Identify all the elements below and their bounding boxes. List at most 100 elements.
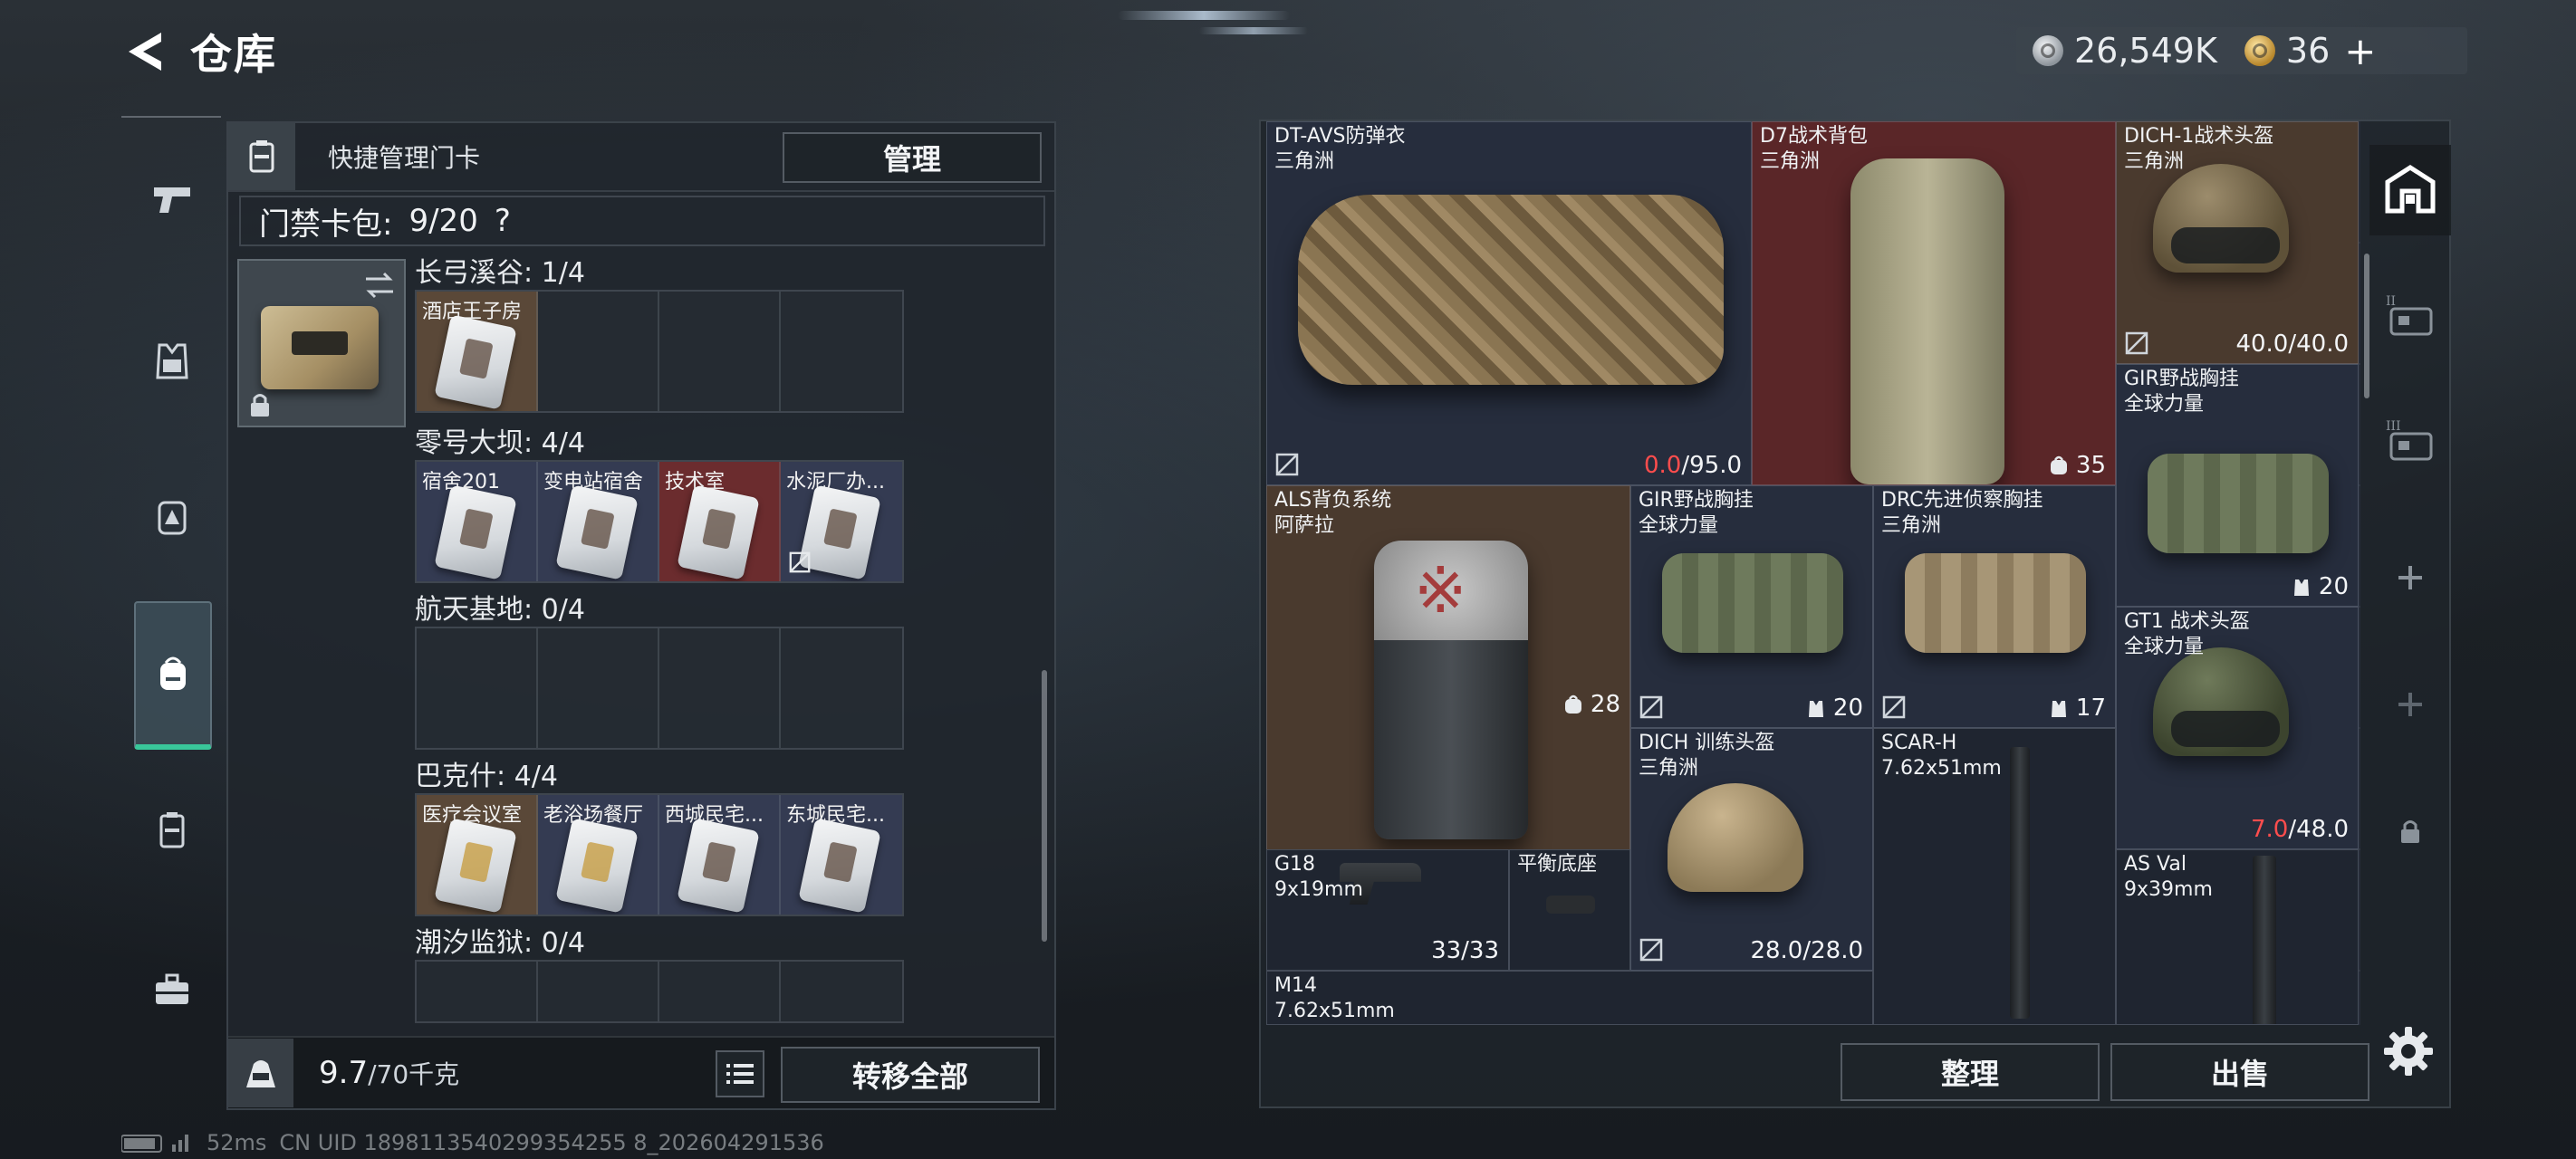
capacity-readout: 28 xyxy=(1563,691,1620,718)
locked-storage-page[interactable] xyxy=(2369,786,2451,876)
chest-rig-icon xyxy=(158,501,187,535)
manage-button[interactable]: 管理 xyxy=(783,132,1042,183)
rig-capacity-icon xyxy=(1808,701,1823,717)
item-name: G18 9x19mm xyxy=(1274,853,1363,901)
ceiling-light xyxy=(1118,11,1290,20)
empty-keycard-slot[interactable] xyxy=(659,628,781,748)
svg-text:II: II xyxy=(2386,294,2396,309)
keycard-slot[interactable]: 变电站宿舍 xyxy=(538,462,659,581)
empty-keycard-slot[interactable] xyxy=(538,962,659,1021)
storage-page-3[interactable]: III xyxy=(2369,395,2451,485)
rifle-image xyxy=(2010,747,2030,1019)
keycard-slot-row: 酒店王子房 xyxy=(415,290,904,413)
empty-keycard-slot[interactable] xyxy=(781,628,902,748)
item-dich-1-helmet[interactable]: DICH-1战术头盔 三角洲 40.0/40.0 xyxy=(2116,121,2359,364)
item-name: DICH 训练头盔 三角洲 xyxy=(1639,732,1775,780)
rig-capacity-icon xyxy=(2293,580,2309,596)
empty-keycard-slot[interactable] xyxy=(538,628,659,748)
item-m14[interactable]: M14 7.62x51mm xyxy=(1266,971,1873,1025)
empty-keycard-slot[interactable] xyxy=(781,292,902,411)
nav-keycard-case[interactable] xyxy=(134,790,210,871)
storage-panel: DT-AVS防弹衣 三角洲 0.0/95.0 D7战术背包 三角洲 35 DICH-… xyxy=(1259,120,2451,1108)
rig-capacity-icon xyxy=(2051,701,2066,717)
storage-page-2[interactable]: II xyxy=(2369,270,2451,360)
item-dich-training-helmet[interactable]: DICH 训练头盔 三角洲 28.0/28.0 xyxy=(1630,728,1873,971)
back-arrow-icon[interactable] xyxy=(125,29,167,74)
capacity-readout: 20 xyxy=(1806,694,1863,722)
keycard-slot[interactable]: 西城民宅... xyxy=(659,795,781,915)
nav-chest-rig[interactable] xyxy=(134,476,210,558)
ammo-readout: 33/33 xyxy=(1431,937,1499,964)
backpack-icon xyxy=(160,656,186,690)
pack-count: 9/20 xyxy=(409,203,478,239)
empty-keycard-slot[interactable] xyxy=(659,292,781,411)
nav-toolbox[interactable] xyxy=(134,949,210,1030)
ping-readout: 52ms xyxy=(207,1130,267,1155)
item-balance-base[interactable]: 平衡底座 xyxy=(1509,849,1630,971)
keycard-slot-row: 医疗会议室 老浴场餐厅 西城民宅... 东城民宅... xyxy=(415,793,904,916)
item-d7-backpack[interactable]: D7战术背包 三角洲 35 xyxy=(1752,121,2116,485)
empty-keycard-slot[interactable] xyxy=(781,962,902,1021)
empty-keycard-slot[interactable] xyxy=(417,962,538,1021)
durability-readout: 40.0/40.0 xyxy=(2235,330,2349,358)
currency-display[interactable]: 26,549K 36 + xyxy=(2016,27,2467,74)
weight-capacity: /70千克 xyxy=(368,1059,460,1089)
list-view-button[interactable] xyxy=(716,1050,764,1097)
keycard-slot[interactable]: 酒店王子房 xyxy=(417,292,538,411)
keycard-pack-thumbnail[interactable] xyxy=(237,259,406,427)
silver-coin-icon xyxy=(2033,35,2063,66)
storage-page-1[interactable] xyxy=(2369,145,2451,235)
help-icon[interactable]: ? xyxy=(495,203,511,239)
item-gir-chest-rig[interactable]: GIR野战胸挂 全球力量 20 xyxy=(1630,485,1873,728)
storage-2-icon: II xyxy=(2386,294,2433,336)
keycard-slot[interactable]: 水泥厂办... xyxy=(781,462,902,581)
weight-icon xyxy=(228,1039,293,1107)
keycard-image xyxy=(677,484,760,580)
nav-backpack[interactable] xyxy=(134,601,212,750)
backpack-capacity-icon xyxy=(1564,694,1581,714)
add-storage-page-button[interactable] xyxy=(2369,659,2451,750)
item-dt-avs-vest[interactable]: DT-AVS防弹衣 三角洲 0.0/95.0 xyxy=(1266,121,1752,485)
keycard-slot[interactable]: 宿舍201 xyxy=(417,462,538,581)
pistol-icon xyxy=(154,187,190,213)
storage-actions: 整理 出售 xyxy=(1841,1043,2369,1101)
list-icon xyxy=(726,1064,754,1084)
keycard-slot[interactable]: 东城民宅... xyxy=(781,795,902,915)
item-as-val[interactable]: AS Val 9x39mm xyxy=(2116,849,2359,1025)
add-storage-page-button[interactable] xyxy=(2369,532,2451,623)
keycard-panel: 快捷管理门卡 管理 门禁卡包: 9/20 ? 9.7/70千克 转移全部 长弓溪… xyxy=(226,121,1056,1110)
item-name: GIR野战胸挂 全球力量 xyxy=(1639,489,1754,537)
helmet-image xyxy=(2153,647,2289,756)
item-gir-chest-rig[interactable]: GIR野战胸挂 全球力量 20 xyxy=(2116,364,2359,607)
item-g18[interactable]: G18 9x19mm 33/33 xyxy=(1266,849,1509,971)
keycard-slot[interactable]: 老浴场餐厅 xyxy=(538,795,659,915)
keycard-slot-row xyxy=(415,960,904,1023)
no-insurance-icon xyxy=(789,551,811,573)
item-name: SCAR-H 7.62x51mm xyxy=(1881,732,2002,780)
sell-button[interactable]: 出售 xyxy=(2110,1043,2369,1101)
transfer-all-button[interactable]: 转移全部 xyxy=(781,1047,1040,1103)
item-scar-h[interactable]: SCAR-H 7.62x51mm xyxy=(1873,728,2116,1025)
swap-icon[interactable] xyxy=(362,268,397,302)
no-insurance-icon xyxy=(1882,695,1906,719)
empty-keycard-slot[interactable] xyxy=(417,628,538,748)
item-gt1-helmet[interactable]: GT1 战术头盔 全球力量 7.0/48.0 xyxy=(2116,607,2359,849)
sort-button[interactable]: 整理 xyxy=(1841,1043,2100,1101)
empty-keycard-slot[interactable] xyxy=(538,292,659,411)
empty-keycard-slot[interactable] xyxy=(659,962,781,1021)
keycard-slot[interactable]: 医疗会议室 xyxy=(417,795,538,915)
storage-grid: DT-AVS防弹衣 三角洲 0.0/95.0 D7战术背包 三角洲 35 DICH-… xyxy=(1266,121,2360,1025)
item-drc-chest-rig[interactable]: DRC先进侦察胸挂 三角洲 17 xyxy=(1873,485,2116,728)
gear-icon[interactable] xyxy=(2380,1023,2437,1079)
add-currency-button[interactable]: + xyxy=(2344,29,2376,73)
nav-armor[interactable] xyxy=(134,321,210,402)
keycard-panel-header: 快捷管理门卡 管理 xyxy=(228,123,1054,192)
nav-weapons[interactable] xyxy=(134,158,210,239)
keycard-slot[interactable]: 技术室 xyxy=(659,462,781,581)
keycard-scrollbar[interactable] xyxy=(1042,670,1047,942)
keycard-image xyxy=(555,818,639,914)
region-title: 长弓溪谷: 1/4 xyxy=(415,257,585,289)
keycard-pack-capacity: 门禁卡包: 9/20 ? xyxy=(239,196,1045,246)
item-name: DICH-1战术头盔 三角洲 xyxy=(2124,125,2274,173)
attachment-image xyxy=(1546,896,1595,914)
